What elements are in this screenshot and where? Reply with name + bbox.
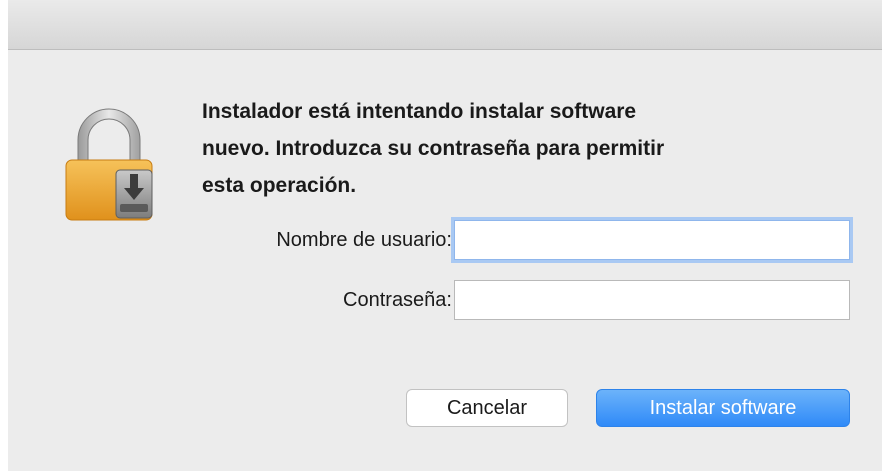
username-label: Nombre de usuario:	[276, 229, 452, 251]
dialog-body: Instalador está intentando instalar soft…	[8, 50, 882, 471]
dialog-message: Instalador está intentando instalar soft…	[202, 100, 665, 197]
username-row: Nombre de usuario:	[8, 220, 882, 262]
username-field[interactable]	[454, 220, 850, 260]
password-field[interactable]	[454, 280, 850, 320]
lock-installer-icon	[65, 108, 153, 221]
cancel-button[interactable]: Cancelar	[406, 389, 568, 427]
password-row: Contraseña:	[8, 280, 882, 322]
auth-dialog-window: Instalador está intentando instalar soft…	[8, 0, 882, 471]
title-bar[interactable]	[8, 0, 882, 50]
install-software-button[interactable]: Instalar software	[596, 389, 850, 427]
password-label: Contraseña:	[343, 289, 452, 311]
